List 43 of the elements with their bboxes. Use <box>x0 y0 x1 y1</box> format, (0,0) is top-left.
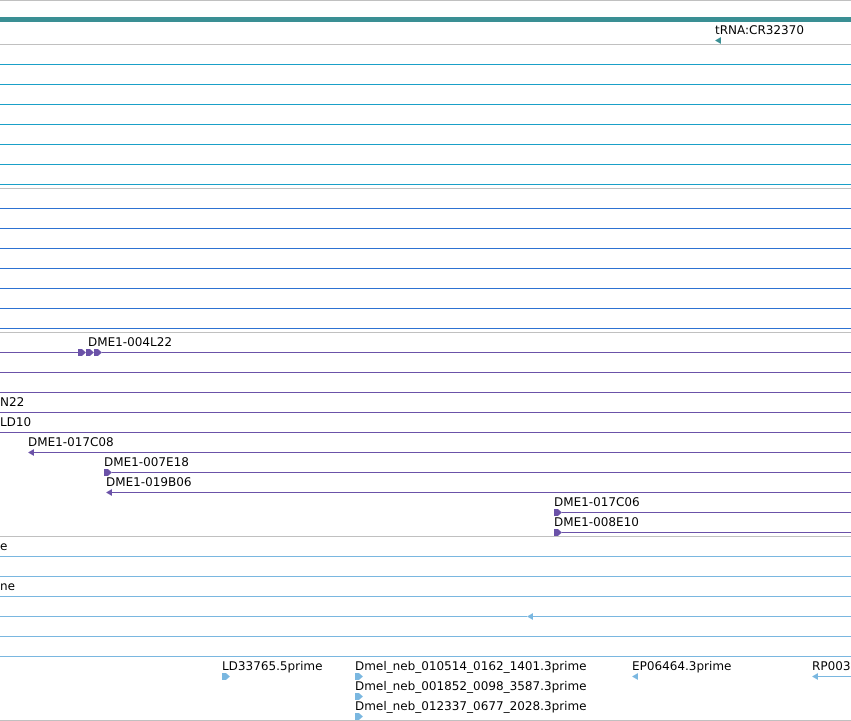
feature-line[interactable] <box>0 656 851 657</box>
feature-label[interactable]: DME1-017C06 <box>554 495 640 509</box>
feature-label[interactable]: N22 <box>0 395 24 409</box>
feature-line[interactable] <box>0 636 851 637</box>
feature-line[interactable] <box>0 596 851 597</box>
feature-line[interactable] <box>0 64 851 65</box>
feature-label[interactable]: LD10 <box>0 415 32 429</box>
feature-label[interactable]: tRNA:CR32370 <box>715 23 804 37</box>
feature-line[interactable] <box>0 412 851 413</box>
feature-label[interactable]: e <box>0 539 8 553</box>
feature-line[interactable] <box>818 676 851 677</box>
feature-line[interactable] <box>0 228 851 229</box>
feature-line[interactable] <box>0 432 851 433</box>
feature-label[interactable]: DME1-019B06 <box>106 475 192 489</box>
feature-line[interactable] <box>0 556 851 557</box>
feature-label[interactable]: DME1-007E18 <box>104 455 189 469</box>
feature-line[interactable] <box>0 164 851 165</box>
feature-label[interactable]: LD33765.5prime <box>222 659 323 673</box>
feature-label[interactable]: Dmel_neb_012337_0677_2028.3prime <box>355 699 587 713</box>
feature-line[interactable] <box>0 288 851 289</box>
feature-line[interactable] <box>0 184 851 185</box>
feature-line[interactable] <box>0 576 851 577</box>
feature-line[interactable] <box>0 248 851 249</box>
feature-label[interactable]: EP06464.3prime <box>632 659 732 673</box>
feature-label[interactable]: DME1-017C08 <box>28 435 114 449</box>
feature-line[interactable] <box>0 124 851 125</box>
feature-line[interactable] <box>0 392 851 393</box>
feature-line[interactable] <box>0 328 851 329</box>
feature-line[interactable] <box>0 308 851 309</box>
feature-line[interactable] <box>0 352 78 353</box>
feature-line[interactable] <box>0 84 851 85</box>
feature-line[interactable] <box>0 268 851 269</box>
feature-label[interactable]: DME1-004L22 <box>88 335 172 349</box>
feature-line[interactable] <box>0 372 851 373</box>
feature-label[interactable]: ne <box>0 579 15 593</box>
feature-label[interactable]: DME1-008E10 <box>554 515 639 529</box>
feature-label[interactable]: Dmel_neb_001852_0098_3587.3prime <box>355 679 587 693</box>
feature-line[interactable] <box>0 208 851 209</box>
feature-line[interactable] <box>0 144 851 145</box>
feature-label[interactable]: RP003 <box>812 659 850 673</box>
feature-label[interactable]: Dmel_neb_010514_0162_1401.3prime <box>355 659 587 673</box>
feature-line[interactable] <box>0 104 851 105</box>
feature-bar[interactable] <box>0 17 851 22</box>
